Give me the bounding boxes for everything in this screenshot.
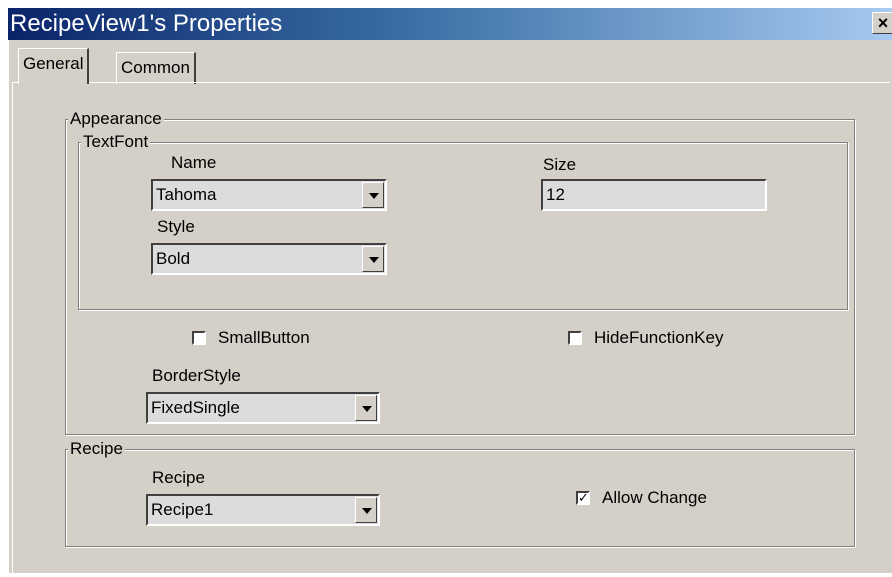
border-style-select[interactable]: FixedSingle bbox=[146, 392, 380, 424]
font-size-input[interactable]: 12 bbox=[541, 179, 767, 211]
chevron-down-icon[interactable] bbox=[355, 395, 377, 421]
border-style-value: FixedSingle bbox=[151, 398, 240, 417]
appearance-group: Appearance TextFont Name Tahoma Size 12 … bbox=[65, 109, 855, 435]
font-name-value: Tahoma bbox=[156, 185, 217, 204]
tab-common[interactable]: Common bbox=[116, 52, 196, 84]
hide-function-key-label: HideFunctionKey bbox=[594, 328, 724, 347]
allow-change-checkbox[interactable]: ✓ bbox=[576, 491, 590, 505]
small-button-label: SmallButton bbox=[218, 328, 310, 347]
hide-function-key-checkbox[interactable] bbox=[568, 331, 582, 345]
appearance-legend: Appearance bbox=[68, 109, 164, 129]
font-style-value: Bold bbox=[156, 249, 191, 268]
chevron-down-icon[interactable] bbox=[362, 246, 384, 272]
recipe-legend: Recipe bbox=[68, 439, 125, 459]
close-icon: × bbox=[877, 13, 889, 33]
recipe-label: Recipe bbox=[152, 468, 205, 487]
tab-general[interactable]: General bbox=[18, 48, 90, 84]
window-title: RecipeView1's Properties bbox=[10, 10, 283, 37]
recipe-select[interactable]: Recipe1 bbox=[146, 494, 380, 526]
font-style-select[interactable]: Bold bbox=[151, 243, 387, 275]
font-name-select[interactable]: Tahoma bbox=[151, 179, 387, 211]
recipe-group: Recipe Recipe Recipe1 ✓ Allow Change bbox=[65, 439, 855, 547]
font-size-label: Size bbox=[543, 155, 577, 174]
font-size-value: 12 bbox=[546, 185, 565, 204]
font-style-label: Style bbox=[157, 217, 195, 236]
chevron-down-icon[interactable] bbox=[355, 497, 377, 523]
small-button-checkbox[interactable] bbox=[192, 331, 206, 345]
properties-dialog: RecipeView1's Properties × General Commo… bbox=[8, 8, 892, 577]
checkmark-icon: ✓ bbox=[578, 490, 589, 505]
title-bar: RecipeView1's Properties × bbox=[8, 8, 892, 40]
textfont-legend: TextFont bbox=[81, 132, 151, 152]
allow-change-label: Allow Change bbox=[602, 488, 707, 507]
recipe-value: Recipe1 bbox=[151, 500, 214, 519]
general-tab-panel: Appearance TextFont Name Tahoma Size 12 … bbox=[12, 82, 890, 577]
border-style-label: BorderStyle bbox=[152, 366, 241, 385]
chevron-down-icon[interactable] bbox=[362, 182, 384, 208]
close-button[interactable]: × bbox=[872, 12, 892, 34]
textfont-group: TextFont Name Tahoma Size 12 Style Bold bbox=[78, 132, 848, 310]
font-name-label: Name bbox=[171, 153, 217, 172]
